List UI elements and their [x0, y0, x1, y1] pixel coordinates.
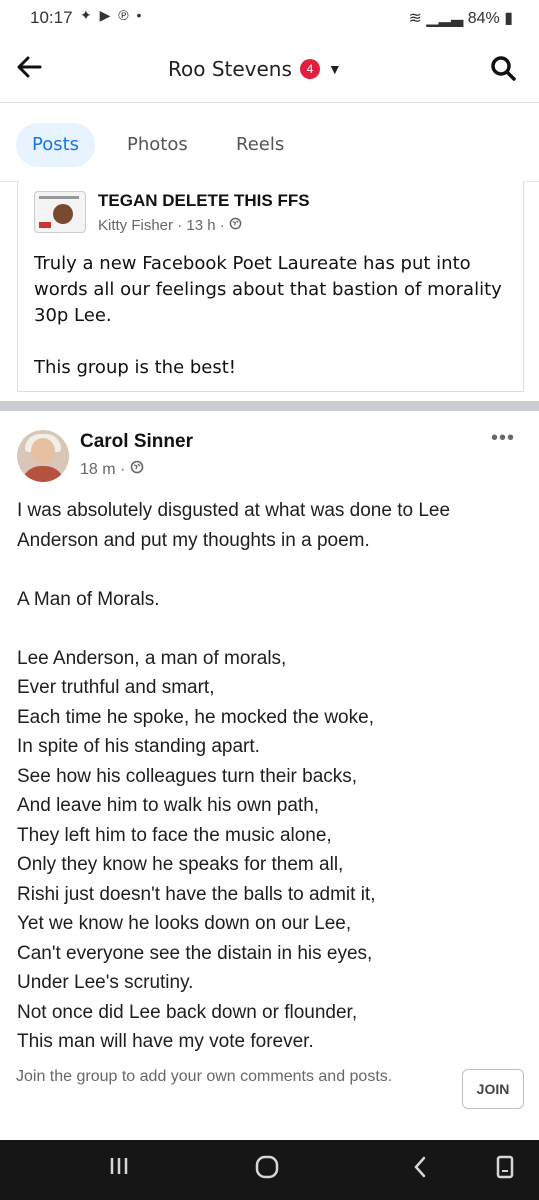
post-meta: 18 m ·: [80, 460, 144, 479]
post-author[interactable]: Carol Sinner: [80, 431, 193, 453]
globe-icon: [229, 217, 242, 234]
poem-line: See how his colleagues turn their backs,: [17, 765, 358, 787]
poem-line: In spite of his standing apart.: [17, 736, 260, 757]
shared-paragraph: This group is the best!: [34, 357, 237, 378]
tab-photos[interactable]: Photos: [127, 123, 188, 167]
post: Carol Sinner 18 m · ••• I was absolutely…: [0, 411, 539, 1139]
app-header: Roo Stevens 4 ▼: [0, 36, 539, 103]
join-button[interactable]: JOIN: [462, 1069, 524, 1109]
notification-icon: ✦: [80, 7, 94, 23]
group-name[interactable]: TEGAN DELETE THIS FFS: [98, 191, 310, 211]
tab-posts[interactable]: Posts: [16, 123, 96, 167]
caret-down-icon: ▼: [327, 61, 342, 77]
battery-level: 84%: [467, 10, 500, 27]
dot-icon: •: [136, 7, 144, 23]
poem-line: And leave him to walk his own path,: [17, 795, 320, 816]
status-bar: 10:17 ✦ ▶ ℗ • ≋ ▁▂▃ 84% ▮: [0, 0, 539, 36]
shared-paragraph: Truly a new Facebook Poet Laureate has p…: [34, 253, 502, 326]
profile-title-button[interactable]: Roo Stevens 4 ▼: [168, 56, 342, 82]
post-time[interactable]: 18 m: [80, 461, 116, 478]
home-icon[interactable]: [254, 1154, 280, 1187]
tab-reels[interactable]: Reels: [236, 123, 284, 167]
clock: 10:17: [30, 8, 73, 27]
status-right: ≋ ▁▂▃ 84% ▮: [408, 8, 513, 28]
poem-line: They left him to face the music alone,: [17, 824, 332, 846]
wifi-icon: ≋: [408, 10, 422, 27]
youtube-icon: ▶: [99, 7, 113, 23]
avatar[interactable]: [17, 430, 69, 482]
profile-tabs: Posts Photos Reels: [0, 103, 539, 182]
recents-icon[interactable]: [108, 1154, 130, 1185]
post-meta: Kitty Fisher · 13 h ·: [98, 217, 242, 234]
poem-line: Yet we know he looks down on our Lee,: [17, 913, 352, 934]
signal-icon: ▁▂▃: [426, 10, 464, 27]
poem-title: A Man of Morals.: [17, 588, 160, 610]
poem-line: Only they know he speaks for them all,: [17, 854, 344, 875]
search-icon[interactable]: [489, 54, 517, 87]
poem-line: Rishi just doesn't have the balls to adm…: [17, 883, 376, 905]
pinterest-icon: ℗: [118, 7, 131, 23]
status-left-icons: ✦ ▶ ℗ •: [80, 7, 143, 24]
poem-line: Not once did Lee back down or flounder,: [17, 1001, 358, 1023]
battery-icon: ▮: [504, 10, 513, 27]
globe-icon: [130, 460, 144, 478]
group-avatar[interactable]: [34, 191, 86, 233]
page-title: Roo Stevens: [168, 57, 292, 81]
join-prompt: Join the group to add your own comments …: [16, 1068, 393, 1085]
shared-post-card[interactable]: TEGAN DELETE THIS FFS Kitty Fisher · 13 …: [17, 181, 524, 392]
poem-line: Ever truthful and smart,: [17, 677, 215, 698]
back-icon[interactable]: [410, 1154, 430, 1187]
poem-line: This man will have my vote forever.: [17, 1031, 314, 1052]
more-options-icon[interactable]: •••: [491, 427, 515, 450]
shared-post-text: Truly a new Facebook Poet Laureate has p…: [34, 251, 514, 407]
poem-line: Can't everyone see the distain in his ey…: [17, 942, 373, 964]
post-text: I was absolutely disgusted at what was d…: [17, 496, 527, 1057]
feed-divider: [0, 401, 539, 411]
post-intro: I was absolutely disgusted at what was d…: [17, 500, 451, 551]
poem-line: Each time he spoke, he mocked the woke,: [17, 706, 374, 728]
post-time[interactable]: 13 h: [186, 217, 215, 234]
author-name[interactable]: Kitty Fisher: [98, 217, 173, 234]
screenshot-icon[interactable]: [494, 1154, 516, 1187]
poem-line: Under Lee's scrutiny.: [17, 972, 194, 993]
notification-badge: 4: [299, 59, 320, 79]
back-arrow-icon[interactable]: [14, 52, 48, 86]
poem-line: Lee Anderson, a man of morals,: [17, 647, 287, 669]
system-nav-bar: [0, 1140, 539, 1200]
